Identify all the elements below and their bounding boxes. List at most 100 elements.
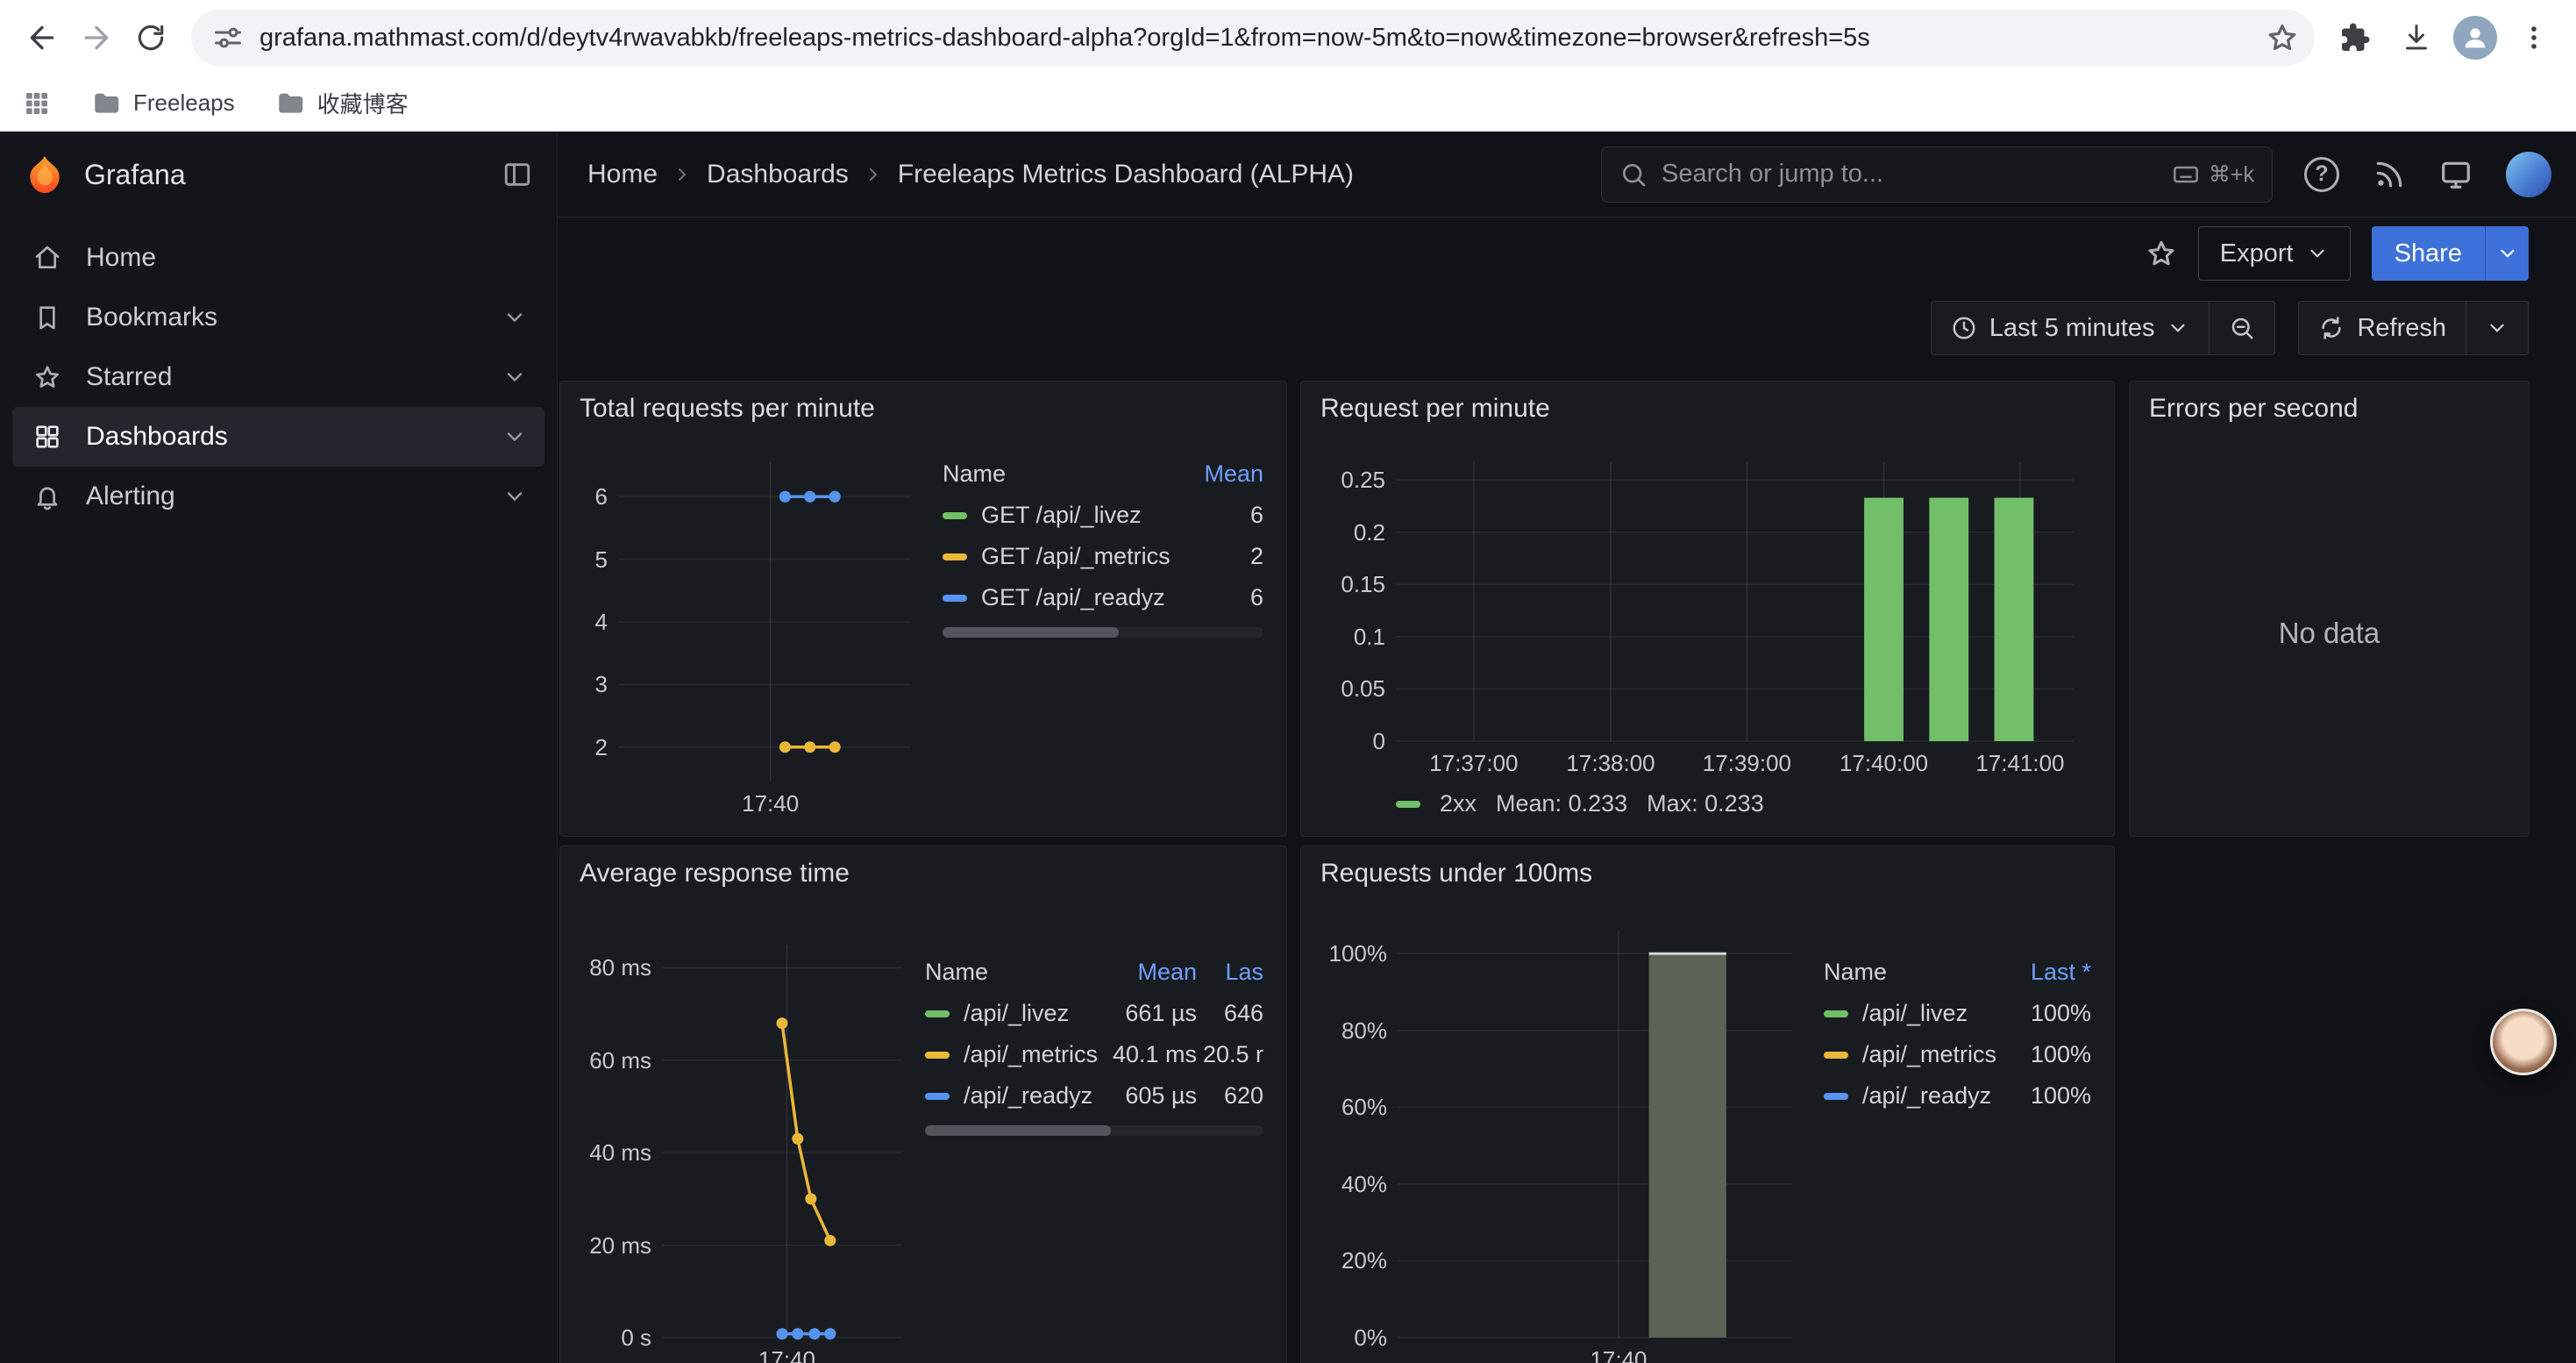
legend-col[interactable]: Mean	[1190, 460, 1263, 488]
series-label[interactable]: /api/_readyz	[1824, 1082, 2012, 1110]
series-label[interactable]: /api/_readyz	[925, 1082, 1113, 1110]
y-axis-tick: 6	[578, 482, 608, 510]
timeseries-chart[interactable]: 80 ms60 ms40 ms20 ms0 s17:40	[578, 896, 911, 1363]
sidebar-item-dashboards[interactable]: Dashboards	[12, 407, 544, 467]
favorite-dashboard-button[interactable]	[2145, 238, 2177, 269]
share-button[interactable]: Share	[2372, 226, 2485, 281]
y-axis-tick: 60 ms	[578, 1046, 651, 1074]
rss-icon	[2373, 158, 2406, 191]
series-label[interactable]: /api/_livez	[925, 1000, 1113, 1027]
legend-row[interactable]: /api/_readyz100%	[1824, 1075, 2091, 1117]
zoom-out-icon	[2229, 315, 2255, 341]
panel-title[interactable]: Average response time	[560, 846, 1286, 896]
legend-scrollbar[interactable]	[925, 1125, 1263, 1136]
forward-button[interactable]	[72, 13, 121, 62]
sidebar-item-alerting[interactable]: Alerting	[12, 467, 544, 526]
bookmark-folder-freeleaps[interactable]: Freeleaps	[91, 89, 235, 118]
download-icon	[2401, 22, 2432, 54]
legend-row[interactable]: GET /api/_readyz6	[943, 577, 1263, 618]
legend-col[interactable]: Mean	[1113, 959, 1197, 986]
series-label[interactable]: GET /api/_metrics	[943, 543, 1190, 570]
chevron-down-icon[interactable]	[502, 365, 527, 389]
sidebar-item-bookmarks[interactable]: Bookmarks	[12, 288, 544, 347]
bar-chart[interactable]: 0.250.20.150.10.05017:37:0017:38:0017:39…	[1319, 431, 2096, 781]
legend-col-name[interactable]: Name	[925, 959, 1113, 986]
sidebar-item-label: Bookmarks	[86, 303, 217, 332]
search-input[interactable]	[1662, 160, 2158, 189]
url-input[interactable]	[260, 24, 2250, 53]
search-box[interactable]: ⌘+k	[1601, 146, 2273, 203]
chevron-down-icon[interactable]	[502, 305, 527, 330]
bookmark-folder-blogs[interactable]: 收藏博客	[275, 87, 409, 119]
sidebar-header: Grafana	[0, 132, 557, 218]
series-label[interactable]: /api/_livez	[1824, 1000, 2012, 1027]
legend-header: NameLast *	[1824, 952, 2091, 993]
news-button[interactable]	[2373, 158, 2406, 191]
legend-row[interactable]: /api/_metrics40.1 ms20.5 r	[925, 1034, 1263, 1075]
sidebar-item-home[interactable]: Home	[12, 228, 544, 288]
refresh-interval-button[interactable]	[2466, 302, 2528, 354]
help-button[interactable]: ?	[2304, 157, 2339, 192]
breadcrumb-dashboards[interactable]: Dashboards	[707, 160, 849, 189]
legend-row[interactable]: GET /api/_livez6	[943, 495, 1263, 536]
series-name[interactable]: 2xx	[1440, 790, 1477, 817]
legend-row[interactable]: GET /api/_metrics2	[943, 536, 1263, 577]
series-label[interactable]: GET /api/_livez	[943, 502, 1190, 529]
series-label[interactable]: GET /api/_readyz	[943, 584, 1190, 611]
legend-row[interactable]: /api/_livez661 µs646	[925, 993, 1263, 1034]
export-button[interactable]: Export	[2198, 226, 2351, 281]
url-bar[interactable]	[191, 10, 2315, 66]
apps-grid-icon[interactable]	[23, 89, 51, 118]
scrollbar-thumb[interactable]	[925, 1125, 1111, 1136]
breadcrumb-current: Freeleaps Metrics Dashboard (ALPHA)	[898, 160, 1354, 189]
panel-title[interactable]: Errors per second	[2130, 382, 2529, 431]
user-avatar[interactable]	[2506, 152, 2551, 197]
bookmark-label: Freeleaps	[133, 89, 235, 117]
series-label[interactable]: /api/_metrics	[1824, 1041, 2012, 1068]
site-settings-icon[interactable]	[212, 22, 244, 54]
legend-row[interactable]: /api/_readyz605 µs620	[925, 1075, 1263, 1117]
series-label[interactable]: /api/_metrics	[925, 1041, 1113, 1068]
panel-title[interactable]: Total requests per minute	[560, 382, 1286, 431]
floating-assistant-avatar[interactable]	[2490, 1009, 2557, 1075]
reload-button[interactable]	[126, 13, 175, 62]
display-button[interactable]	[2439, 158, 2473, 191]
legend-col-name[interactable]: Name	[943, 460, 1190, 488]
refresh-button[interactable]: Refresh	[2299, 302, 2466, 354]
chevron-down-icon[interactable]	[502, 484, 527, 509]
timeseries-chart[interactable]: 6543217:40	[578, 431, 929, 825]
bar-chart[interactable]: 100%80%60%40%20%0%17:40	[1319, 896, 1810, 1363]
scrollbar-thumb[interactable]	[943, 627, 1119, 638]
breadcrumb-home[interactable]: Home	[587, 160, 658, 189]
y-axis-tick: 0.05	[1319, 674, 1385, 703]
sidebar-item-starred[interactable]: Starred	[12, 347, 544, 407]
legend-row[interactable]: /api/_livez100%	[1824, 993, 2091, 1034]
dock-menu-button[interactable]	[502, 160, 532, 189]
browser-menu-button[interactable]	[2509, 13, 2558, 62]
legend-row[interactable]: /api/_metrics100%	[1824, 1034, 2091, 1075]
bell-icon	[33, 482, 61, 510]
chevron-down-icon[interactable]	[502, 425, 527, 449]
legend-scrollbar[interactable]	[943, 627, 1263, 638]
back-button[interactable]	[18, 13, 67, 62]
bookmark-star-icon[interactable]	[2266, 21, 2299, 54]
time-range-picker[interactable]: Last 5 minutes	[1932, 302, 2210, 354]
panel-title[interactable]: Requests under 100ms	[1301, 846, 2114, 896]
profile-avatar[interactable]	[2453, 16, 2497, 60]
share-menu-button[interactable]	[2485, 226, 2529, 281]
y-axis-tick: 0%	[1319, 1324, 1387, 1352]
sidebar-item-label: Starred	[86, 362, 172, 392]
legend-col-name[interactable]: Name	[1824, 959, 2012, 986]
legend-col[interactable]: Las	[1197, 959, 1263, 986]
panel-title[interactable]: Request per minute	[1301, 382, 2114, 431]
x-axis-tick: 17:40:00	[1810, 750, 1959, 777]
dashboards-icon	[33, 423, 61, 451]
x-axis-tick: 17:41:00	[1946, 750, 2095, 777]
y-axis-tick: 0	[1319, 727, 1385, 755]
grafana-topbar: Home Dashboards Freeleaps Metrics Dashbo…	[558, 132, 2576, 218]
extensions-button[interactable]	[2330, 13, 2380, 62]
downloads-button[interactable]	[2392, 13, 2441, 62]
legend-col[interactable]: Last *	[2012, 959, 2091, 986]
zoom-out-button[interactable]	[2209, 302, 2274, 354]
series-max: Max: 0.233	[1647, 790, 1764, 817]
